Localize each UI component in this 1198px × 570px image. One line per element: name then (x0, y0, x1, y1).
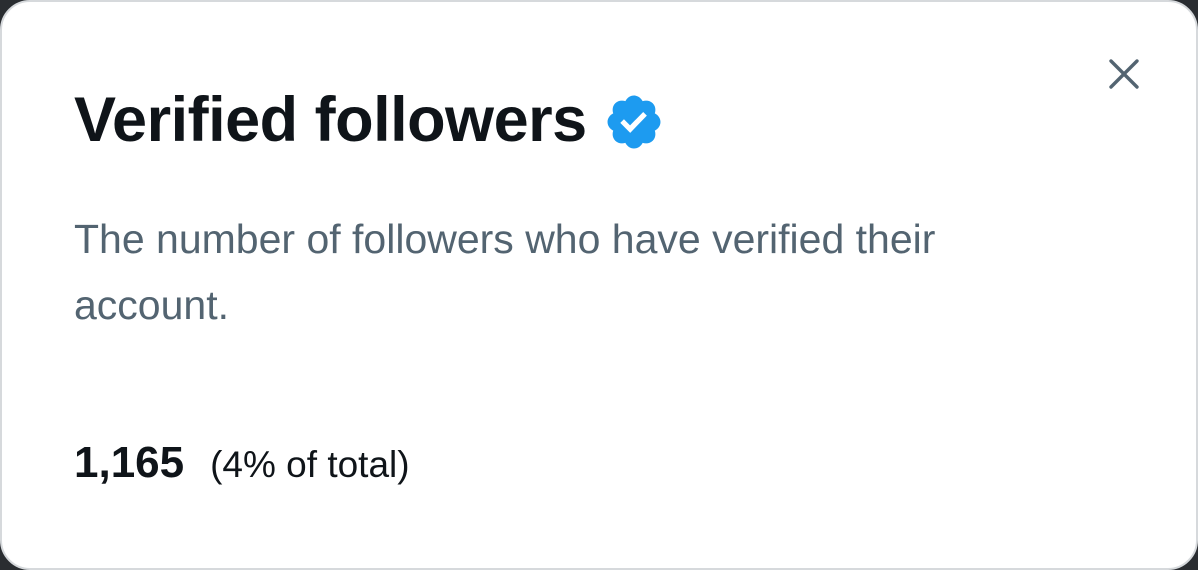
dialog-header: Verified followers (74, 80, 665, 160)
verified-badge-icon (603, 91, 665, 153)
verified-followers-percentage: (4% of total) (210, 444, 410, 485)
close-button[interactable] (1100, 50, 1148, 98)
verified-followers-stat: 1,165 (4% of total) (74, 438, 410, 498)
verified-followers-dialog: Verified followers The number of followe… (0, 0, 1198, 570)
dialog-title: Verified followers (74, 85, 587, 155)
verified-followers-count: 1,165 (74, 438, 185, 487)
dialog-description: The number of followers who have verifie… (74, 216, 936, 328)
close-icon (1109, 59, 1139, 89)
